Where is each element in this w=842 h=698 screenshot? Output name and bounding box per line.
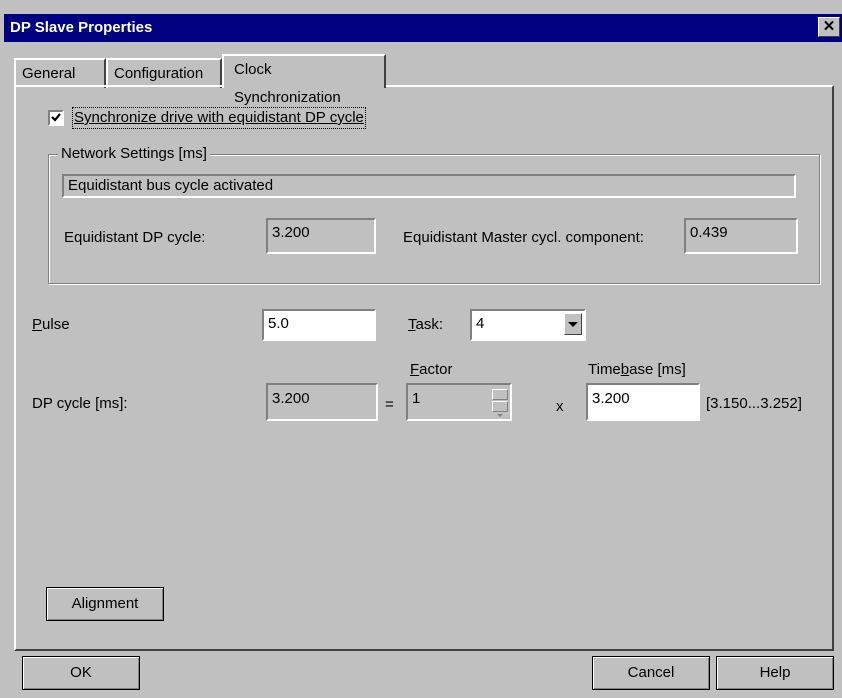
task-value: 4 (476, 315, 485, 332)
pulse-label: Pulse (32, 316, 70, 334)
alignment-button[interactable]: Alignment (46, 587, 164, 621)
tab-configuration-label: Configuration (114, 65, 204, 82)
tab-general[interactable]: General (14, 58, 106, 88)
timebase-label-rest: ase [ms] (629, 361, 686, 378)
factor-value: 1 (412, 390, 421, 407)
pulse-label-accel: P (32, 316, 43, 333)
spin-down-icon[interactable] (492, 401, 508, 417)
timebase-input[interactable]: 3.200 (586, 383, 700, 421)
pulse-input[interactable]: 5.0 (262, 309, 376, 341)
master-component-value: 0.439 (690, 224, 728, 241)
title-bar[interactable]: DP Slave Properties ✕ (4, 14, 842, 42)
pulse-label-rest: ulse (42, 316, 70, 333)
timebase-range: [3.150...3.252] (706, 395, 802, 412)
network-settings-label: Network Settings [ms] (58, 145, 210, 163)
tab-configuration[interactable]: Configuration (106, 58, 222, 88)
bus-status-field: Equidistant bus cycle activated (62, 174, 796, 198)
cancel-button[interactable]: Cancel (592, 656, 710, 690)
equidistant-dp-cycle-value: 3.200 (272, 224, 310, 241)
master-component-field: 0.439 (684, 218, 798, 254)
sync-checkbox[interactable] (48, 110, 64, 126)
close-icon[interactable]: ✕ (818, 17, 840, 37)
help-button[interactable]: Help (716, 656, 834, 690)
timebase-value: 3.200 (592, 390, 630, 407)
task-dropdown[interactable]: 4 (470, 309, 586, 341)
tab-general-label: General (22, 65, 76, 82)
dp-cycle-field: 3.200 (266, 383, 378, 421)
tab-clock-synchronization[interactable]: Clock Synchronization (222, 54, 386, 106)
equidistant-dp-cycle-field: 3.200 (266, 218, 376, 254)
pulse-value: 5.0 (268, 315, 289, 332)
master-component-label: Equidistant Master cycl. component: (403, 229, 644, 246)
bus-status-text: Equidistant bus cycle activated (68, 177, 274, 194)
ok-button[interactable]: OK (22, 656, 140, 690)
dialog-window: DP Slave Properties ✕ General Configurat… (0, 0, 842, 698)
checkmark-icon (51, 113, 61, 122)
task-label-rest: ask: (415, 316, 444, 333)
factor-spinbox[interactable]: 1 (406, 383, 512, 421)
dp-cycle-label: DP cycle [ms]: (32, 395, 128, 412)
timebase-label: Timebase [ms] (588, 361, 686, 379)
tab-clock-synchronization-label: Clock Synchronization (234, 61, 341, 106)
factor-label-rest: actor (419, 361, 453, 378)
chevron-down-icon[interactable] (564, 313, 582, 335)
multiply-sign: x (556, 398, 564, 415)
alignment-button-label: Alignment (71, 595, 139, 612)
factor-label-accel: F (410, 361, 420, 378)
help-button-label: Help (759, 664, 791, 681)
equals-sign: = (385, 396, 394, 413)
equidistant-dp-cycle-label: Equidistant DP cycle: (64, 229, 206, 246)
cancel-button-label: Cancel (627, 664, 675, 681)
window-title: DP Slave Properties (10, 19, 153, 36)
ok-button-label: OK (70, 664, 92, 681)
task-label: Task: (408, 316, 443, 334)
timebase-label-pre: Time (588, 361, 621, 378)
dp-cycle-value: 3.200 (272, 390, 310, 407)
spin-up-icon[interactable] (492, 389, 508, 405)
factor-label: Factor (410, 361, 453, 379)
timebase-label-accel: b (620, 361, 630, 378)
task-label-accel: T (408, 316, 416, 333)
